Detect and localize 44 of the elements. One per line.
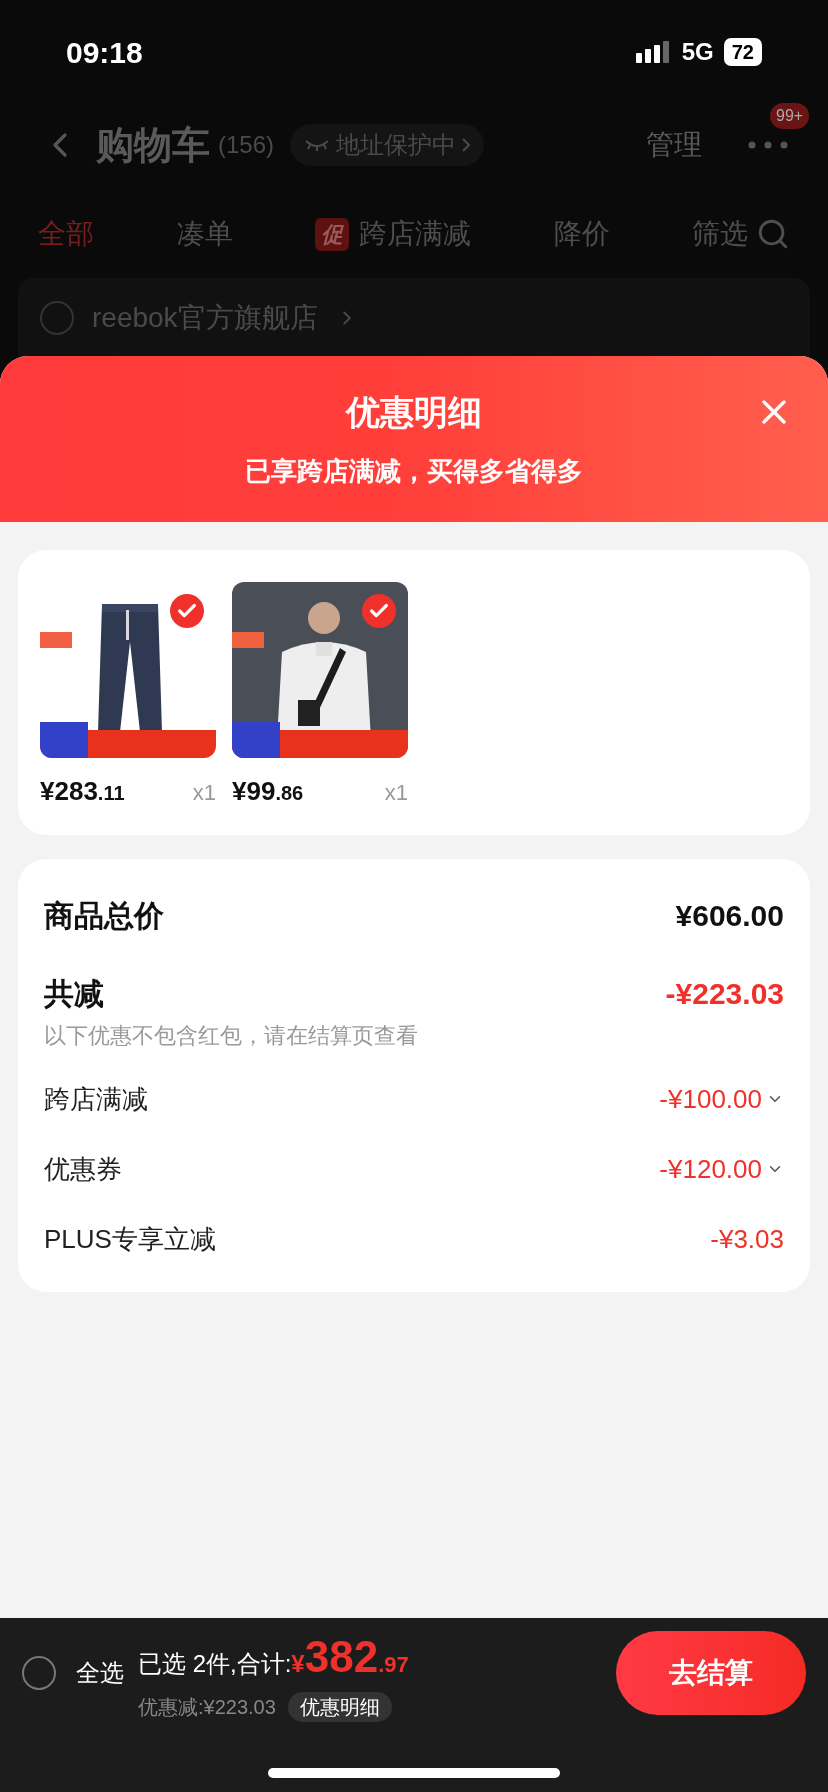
cart-count: (156)	[218, 130, 275, 160]
store-checkbox[interactable]	[40, 301, 74, 335]
page-title: 购物车	[96, 122, 210, 168]
selected-summary: 已选 2件,合计:	[138, 1649, 292, 1679]
store-name[interactable]: reebok官方旗舰店	[92, 297, 318, 339]
summary-value: ¥606.00	[675, 897, 784, 934]
summary-label: 商品总价	[44, 897, 164, 934]
chevron-icon	[462, 138, 471, 152]
discount-label: 优惠券	[44, 1152, 122, 1186]
discount-value: -¥3.03	[710, 1222, 784, 1256]
item-quantity: x1	[192, 779, 216, 807]
discount-detail-button[interactable]: 优惠明细	[287, 1692, 392, 1722]
checkout-button[interactable]: 去结算	[616, 1631, 806, 1715]
discount-value: -¥120.00	[659, 1152, 762, 1186]
search-icon	[756, 217, 790, 251]
filter-tab[interactable]: 全部	[38, 213, 94, 255]
item-quantity: x1	[384, 779, 408, 807]
signal-icon	[635, 41, 672, 63]
network-label: 5G	[681, 37, 714, 67]
clock: 09:18	[66, 34, 143, 71]
discount-label: 跨店满减	[44, 1082, 148, 1116]
discount-value: -¥100.00	[659, 1082, 762, 1116]
summary-label: 共减	[44, 975, 104, 1012]
reduction-note: 以下优惠不包含红包，请在结算页查看	[44, 1022, 419, 1050]
discount-summary: 优惠减:¥223.03	[138, 1695, 276, 1720]
filter-tab[interactable]: 促 跨店满减	[315, 213, 471, 255]
sheet-subtitle: 已享跨店满减，买得多省得多	[245, 455, 583, 488]
closed-eye-icon	[304, 139, 331, 151]
item-price: ¥99.86	[232, 775, 304, 808]
manage-link[interactable]: 管理	[646, 124, 702, 166]
select-all-checkbox[interactable]	[22, 1656, 56, 1690]
message-badge: 99+	[770, 103, 810, 129]
battery-indicator: 72	[723, 38, 762, 66]
promo-tag: 促	[315, 217, 349, 251]
filter-tab[interactable]: 凑单	[176, 213, 233, 255]
total-amount: ¥382.97	[291, 1631, 409, 1683]
summary-value: -¥223.03	[665, 975, 784, 1012]
sheet-title: 优惠明细	[346, 392, 482, 433]
discount-label: PLUS专享立减	[44, 1222, 216, 1256]
more-icon[interactable]	[748, 141, 788, 149]
item-price: ¥283.11	[40, 775, 125, 808]
filter-button[interactable]: 筛选	[692, 213, 790, 255]
filter-tab[interactable]: 降价	[553, 213, 610, 255]
select-all-label[interactable]: 全选	[76, 1655, 124, 1691]
